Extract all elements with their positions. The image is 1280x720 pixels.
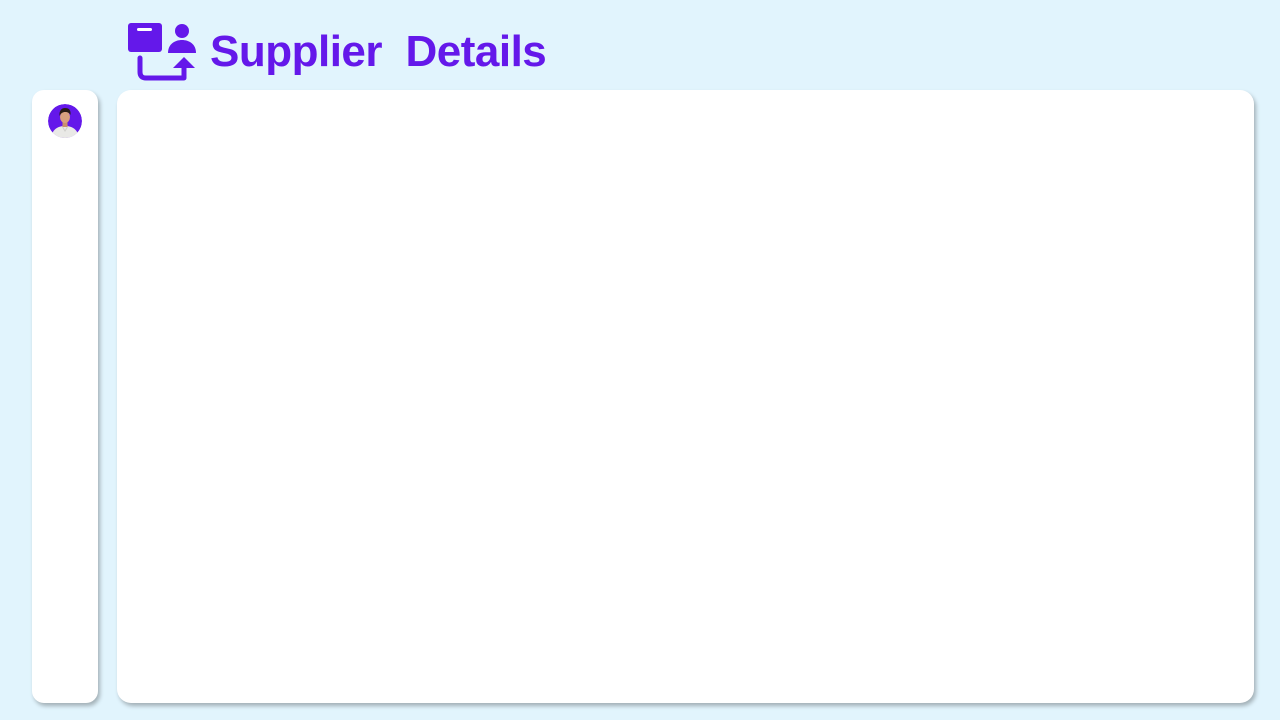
page-title: Supplier Details: [210, 27, 547, 76]
sidebar: [32, 90, 98, 703]
supplier-handoff-icon: [128, 23, 196, 81]
user-avatar[interactable]: [48, 104, 82, 138]
avatar-icon: [48, 104, 82, 138]
main-content-panel: [117, 90, 1254, 703]
page-header: Supplier Details: [126, 20, 547, 84]
